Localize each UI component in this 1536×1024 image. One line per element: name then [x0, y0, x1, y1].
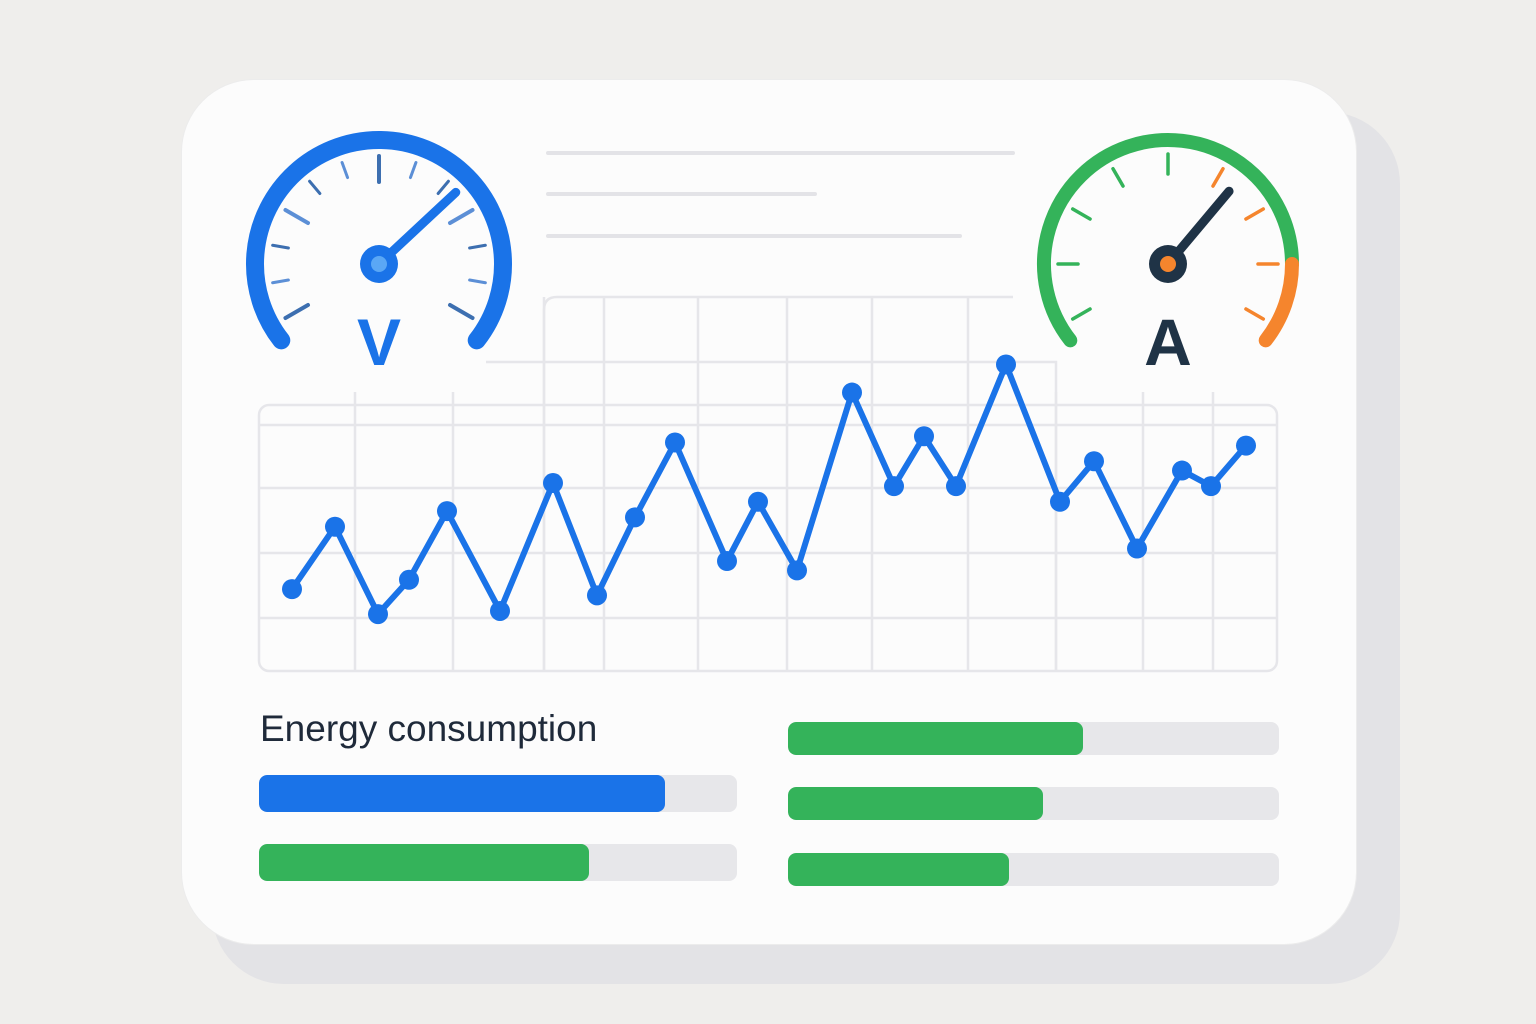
data-point[interactable] [1172, 460, 1192, 481]
progress-bar-fill [788, 853, 1009, 886]
data-point[interactable] [1084, 451, 1104, 472]
data-point[interactable] [748, 491, 768, 512]
progress-bar-fill [259, 844, 589, 881]
line-chart [282, 354, 1256, 625]
chart-grid [257, 295, 1279, 673]
progress-bar-track [788, 722, 1279, 755]
data-point[interactable] [914, 426, 934, 447]
data-point[interactable] [946, 476, 966, 497]
data-point[interactable] [490, 600, 510, 621]
ammeter-gauge-icon[interactable]: A [1037, 133, 1299, 379]
data-point[interactable] [368, 604, 388, 625]
gauge-tick [340, 161, 350, 180]
data-point[interactable] [884, 476, 904, 497]
data-point[interactable] [1236, 435, 1256, 456]
placeholder-text-lines [546, 151, 1015, 238]
gauge-tick [448, 303, 475, 320]
gauge-tick [468, 243, 487, 250]
gauge-tick [271, 243, 290, 250]
gauge-tick [448, 208, 475, 225]
data-point[interactable] [1127, 538, 1147, 559]
data-point[interactable] [325, 516, 345, 537]
data-point[interactable] [543, 473, 563, 494]
gauge-tick [1070, 207, 1092, 221]
data-point[interactable] [1050, 491, 1070, 512]
data-point[interactable] [842, 382, 862, 403]
gauge-tick [283, 208, 310, 225]
data-point[interactable] [996, 354, 1016, 375]
voltage-unit-label: V [357, 305, 401, 379]
grid-frame [542, 295, 1013, 671]
gauge-tick [1070, 307, 1092, 321]
progress-bar-track [259, 844, 737, 881]
progress-bar-track [788, 853, 1279, 886]
grid-frame [486, 360, 1058, 671]
gauge-tick [308, 179, 322, 196]
dashboard-canvas: V A [246, 131, 1299, 673]
gauge-tick [1111, 166, 1125, 188]
data-point[interactable] [437, 501, 457, 522]
gauge-arc-warning [1258, 257, 1299, 348]
data-point[interactable] [665, 432, 685, 453]
gauge-tick [283, 303, 310, 320]
grid-frame [257, 403, 1279, 673]
series-line [289, 361, 1249, 618]
progress-bar-fill [259, 775, 666, 812]
data-point[interactable] [587, 585, 607, 606]
gauge-hub-center [1160, 256, 1176, 272]
gauge-tick [408, 161, 418, 180]
energy-consumption-title: Energy consumption [260, 708, 598, 749]
gauge-tick [1211, 166, 1225, 188]
data-point[interactable] [787, 560, 807, 581]
data-point[interactable] [399, 569, 419, 590]
data-point[interactable] [1201, 476, 1221, 497]
data-point[interactable] [625, 507, 645, 528]
progress-bar-fill [788, 722, 1083, 755]
gauge-hub-center [371, 256, 387, 272]
gauge-tick [1244, 307, 1266, 321]
progress-bar-track [788, 787, 1279, 820]
gauge-tick [271, 278, 290, 285]
gauge-tick [468, 278, 487, 285]
gauge-tick [436, 179, 450, 196]
data-point[interactable] [717, 551, 737, 572]
progress-bar-track [259, 775, 737, 812]
voltmeter-gauge-icon[interactable]: V [246, 131, 512, 379]
progress-bar-fill [788, 787, 1044, 820]
current-unit-label: A [1144, 305, 1192, 379]
data-point[interactable] [282, 579, 302, 600]
gauge-tick [1244, 207, 1266, 221]
